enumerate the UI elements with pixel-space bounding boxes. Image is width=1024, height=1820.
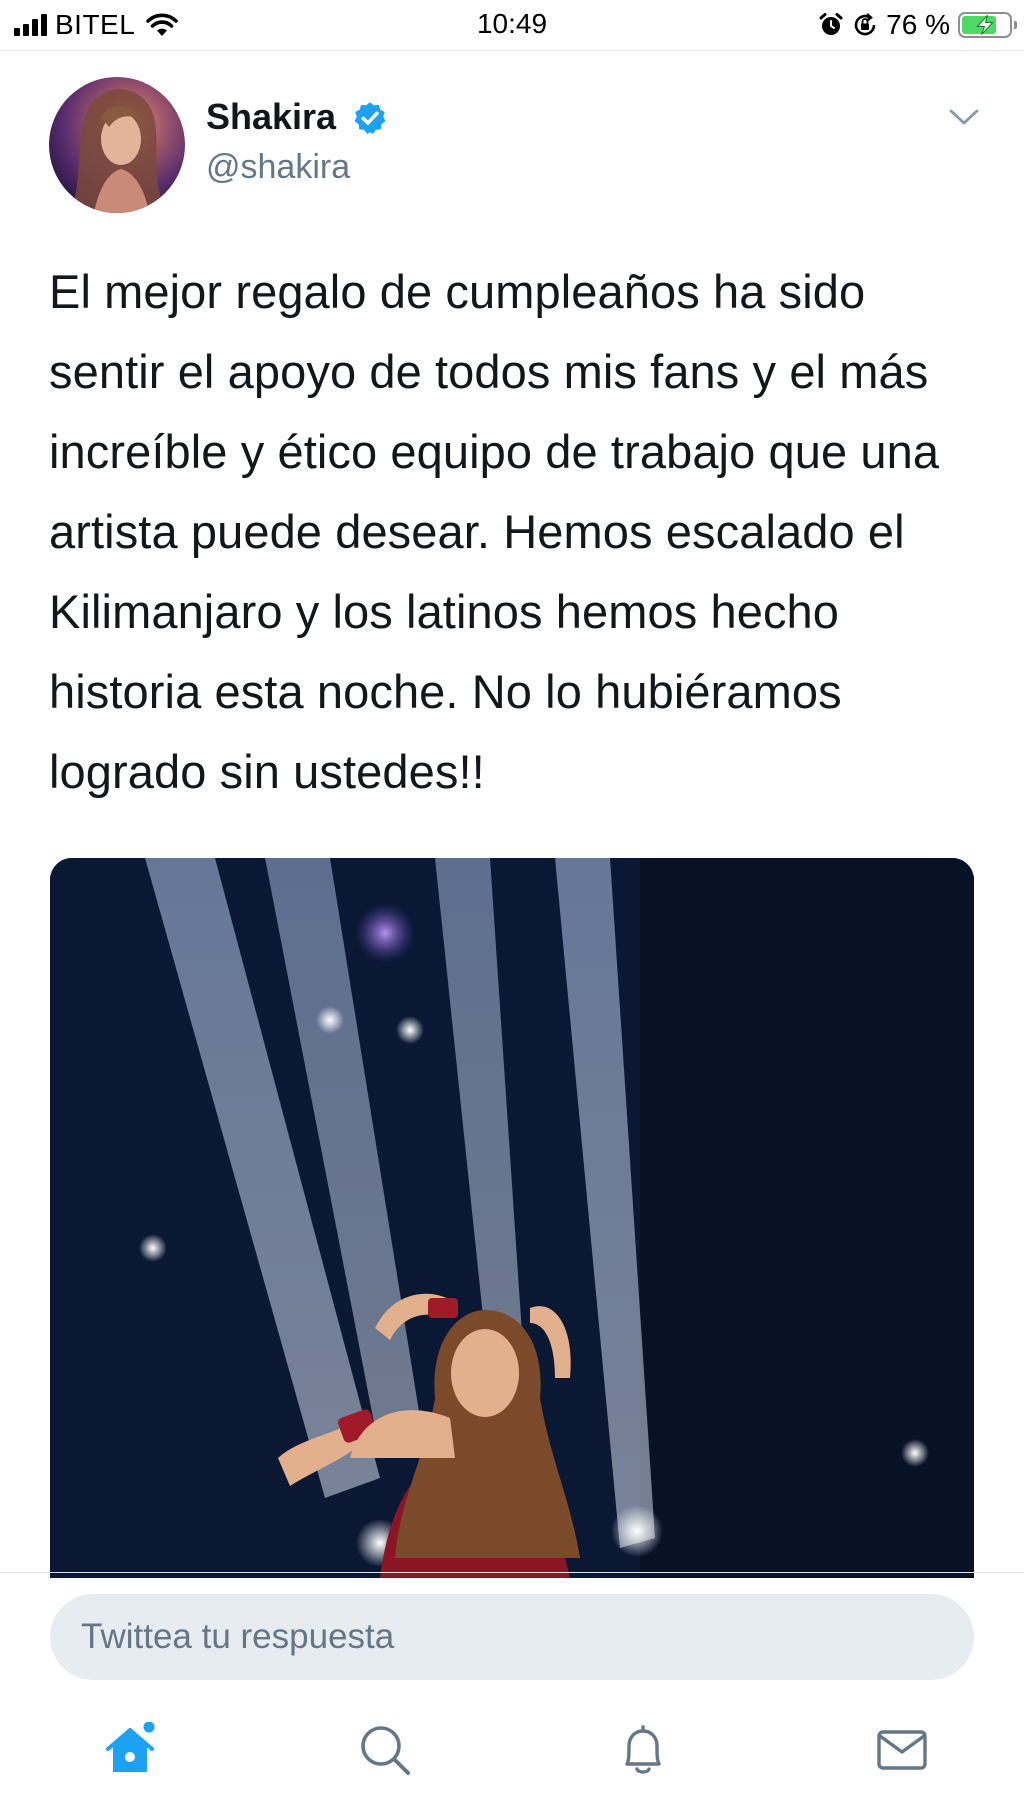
tweet-photo[interactable] (50, 858, 974, 1578)
tweet-text: El mejor regalo de cumpleaños ha sido se… (49, 265, 940, 798)
tab-notifications[interactable] (613, 1720, 673, 1780)
tweet-detail-screen: BITEL 10:49 76 % Shakira @shakira El mej… (0, 0, 1024, 1820)
alarm-icon (819, 13, 843, 35)
divider (0, 1572, 1024, 1573)
status-bar: BITEL 10:49 76 % (0, 0, 1024, 51)
orientation-lock-icon (854, 13, 876, 36)
chevron-down-icon[interactable] (948, 106, 980, 128)
tab-messages[interactable] (872, 1720, 932, 1780)
verified-badge-icon (354, 102, 386, 134)
messages-envelope-icon (877, 1730, 927, 1770)
avatar[interactable] (49, 77, 185, 213)
tab-search[interactable] (355, 1720, 415, 1780)
home-icon (106, 1722, 155, 1772)
reply-input[interactable] (50, 1594, 974, 1680)
notifications-bell-icon (625, 1725, 661, 1774)
search-icon (361, 1726, 410, 1775)
author-name[interactable]: Shakira (206, 96, 336, 138)
tab-home[interactable] (100, 1720, 160, 1780)
battery-percent: 76 % (886, 9, 950, 40)
status-bar-right: 76 % (818, 7, 1017, 43)
battery-charging-icon (958, 12, 1017, 38)
author-handle[interactable]: @shakira (206, 148, 350, 187)
